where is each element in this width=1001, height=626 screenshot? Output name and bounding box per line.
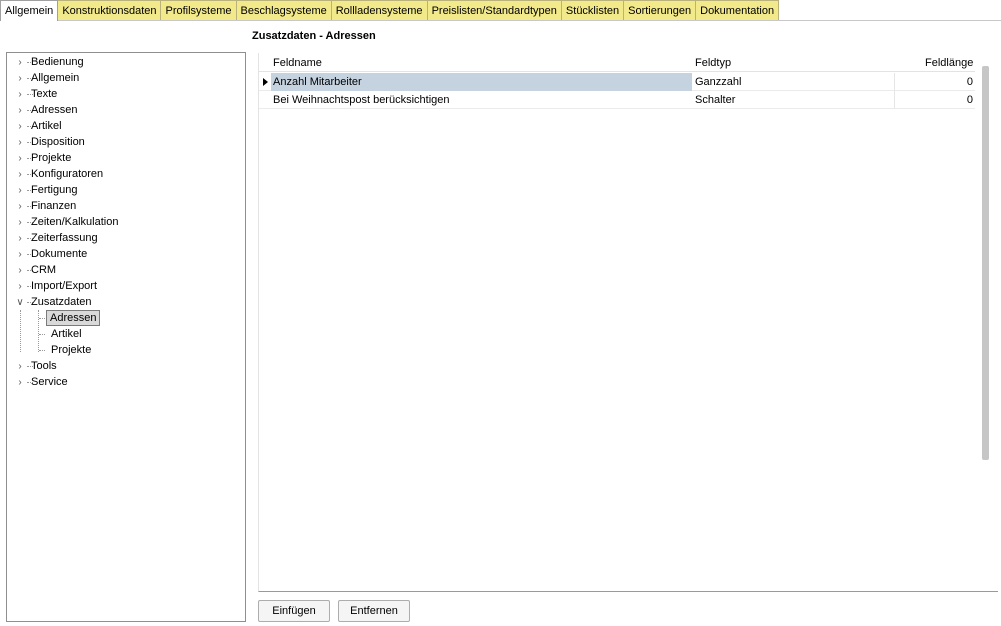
tree-item-label: Allgemein xyxy=(31,72,80,84)
cell-feldname[interactable]: Anzahl Mitarbeiter xyxy=(271,73,692,91)
tree-item-label: Zeiten/Kalkulation xyxy=(31,216,119,228)
tree-item-label: Fertigung xyxy=(31,184,78,196)
tree-item-tools[interactable]: › Tools xyxy=(7,358,245,374)
remove-button[interactable]: Entfernen xyxy=(338,600,410,622)
tree-item-label: Bedienung xyxy=(31,56,84,68)
tree-item-label: Tools xyxy=(31,360,57,372)
tree-item-label: Artikel xyxy=(51,328,82,340)
tree-item-zusatzdaten-projekte[interactable]: Projekte xyxy=(7,342,245,358)
tree-item-allgemein[interactable]: › Allgemein xyxy=(7,70,245,86)
insert-button[interactable]: Einfügen xyxy=(258,600,330,622)
chevron-right-icon[interactable]: › xyxy=(15,278,25,294)
tree-connector xyxy=(39,350,45,351)
page-title: Zusatzdaten - Adressen xyxy=(252,30,376,42)
chevron-right-icon[interactable]: › xyxy=(15,54,25,70)
cell-feldname[interactable]: Bei Weihnachtspost berücksichtigen xyxy=(271,91,692,109)
column-header-feldname[interactable]: Feldname xyxy=(273,57,322,69)
tree-connector xyxy=(39,318,45,319)
tree-item-label: Import/Export xyxy=(31,280,98,292)
tree-item-zusatzdaten-adressen[interactable]: Adressen xyxy=(7,310,245,326)
tree-connector xyxy=(20,310,21,352)
tab-stuecklisten[interactable]: Stücklisten xyxy=(560,0,625,20)
navigation-tree[interactable]: › Bedienung › Allgemein › Texte › Adress… xyxy=(6,52,246,622)
tree-item-adressen[interactable]: › Adressen xyxy=(7,102,245,118)
tree-item-label: Dokumente xyxy=(31,248,88,260)
chevron-right-icon[interactable]: › xyxy=(15,134,25,150)
chevron-right-icon[interactable]: › xyxy=(15,118,25,134)
tab-beschlagsysteme[interactable]: Beschlagsysteme xyxy=(235,0,332,20)
tab-profilsysteme[interactable]: Profilsysteme xyxy=(160,0,237,20)
chevron-right-icon[interactable]: › xyxy=(15,230,25,246)
tree-item-texte[interactable]: › Texte xyxy=(7,86,245,102)
tree-item-label: Adressen xyxy=(31,104,78,116)
cell-feldlaenge[interactable]: 0 xyxy=(895,73,973,91)
tree-item-fertigung[interactable]: › Fertigung xyxy=(7,182,245,198)
tree-item-label: Disposition xyxy=(31,136,85,148)
fields-grid[interactable]: Feldname Feldtyp Feldlänge Anzahl Mitarb… xyxy=(258,53,998,592)
chevron-right-icon[interactable]: › xyxy=(15,262,25,278)
chevron-right-icon[interactable]: › xyxy=(15,166,25,182)
tab-konstruktionsdaten[interactable]: Konstruktionsdaten xyxy=(57,0,162,20)
tree-item-disposition[interactable]: › Disposition xyxy=(7,134,245,150)
tree-item-label: Finanzen xyxy=(31,200,77,212)
row-pointer-icon xyxy=(263,78,268,86)
tab-sortierungen[interactable]: Sortierungen xyxy=(623,0,697,20)
chevron-right-icon[interactable]: › xyxy=(15,198,25,214)
chevron-right-icon[interactable]: › xyxy=(15,374,25,390)
table-row[interactable]: Bei Weihnachtspost berücksichtigen Schal… xyxy=(259,91,975,109)
tree-item-dokumente[interactable]: › Dokumente xyxy=(7,246,245,262)
tree-item-crm[interactable]: › CRM xyxy=(7,262,245,278)
chevron-right-icon[interactable]: › xyxy=(15,86,25,102)
tree-item-label: Projekte xyxy=(51,344,92,356)
tree-item-label: Adressen xyxy=(46,310,101,326)
tab-allgemein[interactable]: Allgemein xyxy=(0,0,59,21)
tab-strip: Allgemein Konstruktionsdaten Profilsyste… xyxy=(0,0,1001,21)
cell-feldtyp[interactable]: Schalter xyxy=(692,91,895,109)
tree-item-zeiten-kalkulation[interactable]: › Zeiten/Kalkulation xyxy=(7,214,245,230)
chevron-right-icon[interactable]: › xyxy=(15,102,25,118)
chevron-right-icon[interactable]: › xyxy=(15,246,25,262)
tree-item-zusatzdaten[interactable]: ∨ Zusatzdaten xyxy=(7,294,245,310)
tree-item-projekte[interactable]: › Projekte xyxy=(7,150,245,166)
tree-item-label: Service xyxy=(31,376,68,388)
chevron-right-icon[interactable]: › xyxy=(15,182,25,198)
chevron-down-icon[interactable]: ∨ xyxy=(15,294,25,310)
tree-item-zeiterfassung[interactable]: › Zeiterfassung xyxy=(7,230,245,246)
tab-dokumentation[interactable]: Dokumentation xyxy=(695,0,780,20)
chevron-right-icon[interactable]: › xyxy=(15,214,25,230)
tree-item-label: Texte xyxy=(31,88,58,100)
table-row[interactable]: Anzahl Mitarbeiter Ganzzahl 0 xyxy=(259,73,975,91)
cell-feldlaenge[interactable]: 0 xyxy=(895,91,973,109)
grid-header: Feldname Feldtyp Feldlänge xyxy=(259,53,975,72)
tree-item-label: CRM xyxy=(31,264,57,276)
tree-item-label: Projekte xyxy=(31,152,72,164)
tree-item-konfiguratoren[interactable]: › Konfiguratoren xyxy=(7,166,245,182)
tab-preislisten[interactable]: Preislisten/Standardtypen xyxy=(426,0,562,20)
tree-item-import-export[interactable]: › Import/Export xyxy=(7,278,245,294)
tree-item-artikel[interactable]: › Artikel xyxy=(7,118,245,134)
tree-item-label: Zeiterfassung xyxy=(31,232,98,244)
tab-rollladensysteme[interactable]: Rollladensysteme xyxy=(330,0,428,20)
tree-item-label: Artikel xyxy=(31,120,62,132)
column-header-feldtyp[interactable]: Feldtyp xyxy=(695,57,731,69)
tree-item-bedienung[interactable]: › Bedienung xyxy=(7,54,245,70)
chevron-right-icon[interactable]: › xyxy=(15,358,25,374)
tree-connector xyxy=(39,334,45,335)
chevron-right-icon[interactable]: › xyxy=(15,150,25,166)
tree-item-finanzen[interactable]: › Finanzen xyxy=(7,198,245,214)
column-header-feldlaenge[interactable]: Feldlänge xyxy=(925,57,973,69)
tree-item-service[interactable]: › Service xyxy=(7,374,245,390)
chevron-right-icon[interactable]: › xyxy=(15,70,25,86)
cell-feldtyp[interactable]: Ganzzahl xyxy=(692,73,895,91)
vertical-scrollbar[interactable] xyxy=(982,66,989,460)
tree-item-label: Konfiguratoren xyxy=(31,168,104,180)
tree-item-zusatzdaten-artikel[interactable]: Artikel xyxy=(7,326,245,342)
tree-item-label: Zusatzdaten xyxy=(31,296,92,308)
